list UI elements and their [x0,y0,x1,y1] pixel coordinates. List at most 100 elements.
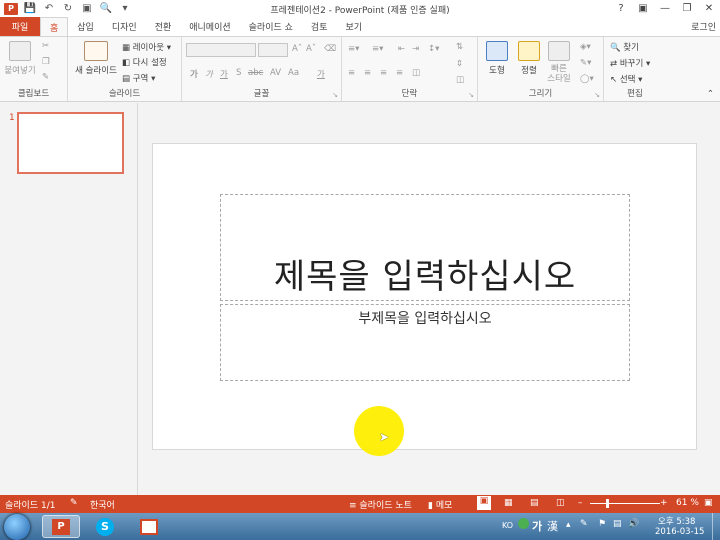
title-placeholder[interactable]: 제목을 입력하십시오 [220,194,630,301]
format-painter-icon[interactable]: ✎ [42,72,49,82]
spellcheck-icon[interactable]: ✎ [70,498,78,508]
line-spacing-icon[interactable]: ↕▾ [428,44,439,54]
show-desktop-button[interactable] [712,513,720,540]
help-button[interactable]: ? [610,0,632,17]
font-color-button[interactable]: 가 [317,68,325,80]
drawing-dialog-launcher-icon[interactable]: ↘ [594,91,600,99]
ime-options-icon[interactable]: ▴ [566,520,571,530]
restore-button[interactable]: ❐ [676,0,698,17]
text-direction-icon[interactable]: ⇅ [456,42,463,52]
clear-format-icon[interactable]: ⌫ [324,44,336,54]
underline-button[interactable]: 가 [220,68,228,80]
new-slide-button[interactable]: 새 슬라이드 [72,41,120,76]
shadow-button[interactable]: S [236,68,241,78]
change-case-button[interactable]: Aa [288,68,299,78]
customize-toolbar-icon[interactable]: ▾ [118,3,132,15]
slideshow-view-icon[interactable]: ◫ [556,498,565,508]
ime-mode[interactable]: 가 [532,518,542,534]
arrange-button[interactable]: 정렬 [514,41,544,76]
justify-icon[interactable]: ≡ [396,68,403,78]
slide-thumbnail[interactable] [17,112,124,174]
tab-review[interactable]: 검토 [302,17,337,36]
smartart-icon[interactable]: ◫ [456,75,464,85]
tab-insert[interactable]: 삽입 [68,17,103,36]
italic-button[interactable]: 가 [205,68,213,80]
section-button[interactable]: ▤ 구역 ▾ [122,72,155,84]
notes-button[interactable]: ≡ 슬라이드 노트 [349,498,412,511]
align-right-icon[interactable]: ≡ [380,68,387,78]
zoom-slider[interactable] [590,503,660,504]
columns-icon[interactable]: ◫ [412,68,420,78]
ribbon-display-options-icon[interactable]: ▣ [632,0,654,17]
clock-date[interactable]: 2016-03-15 [655,527,704,537]
ime-language[interactable]: KO [502,521,513,530]
copy-icon[interactable]: ❐ [42,57,50,67]
shape-effects-icon[interactable]: ◯▾ [580,74,594,84]
align-center-icon[interactable]: ≡ [364,68,371,78]
redo-icon[interactable]: ↻ [61,3,75,15]
tab-transitions[interactable]: 전환 [146,17,181,36]
paragraph-dialog-launcher-icon[interactable]: ↘ [468,91,474,99]
comments-button[interactable]: ▮ 메모 [428,498,452,511]
zoom-out-button[interactable]: – [578,498,583,508]
zoom-in-button[interactable]: + [660,498,668,508]
ime-status-icon[interactable] [518,518,529,529]
tab-animations[interactable]: 애니메이션 [180,17,239,36]
cut-icon[interactable]: ✂ [42,41,49,51]
slide-sorter-icon[interactable]: ▦ [504,498,513,508]
zoom-level[interactable]: 61 % [676,498,699,508]
bullets-icon[interactable]: ≡▾ [348,44,359,54]
taskbar-powerpoint[interactable]: P [42,515,80,538]
close-button[interactable]: ✕ [698,0,720,17]
tab-file[interactable]: 파일 [0,17,40,36]
increase-indent-icon[interactable]: ⇥ [412,44,419,54]
powerpoint-logo-icon[interactable]: P [4,2,18,15]
ime-hanja[interactable]: 漢 [547,518,558,534]
tab-design[interactable]: 디자인 [103,17,146,36]
paste-button[interactable]: 붙여넣기 [3,41,37,76]
volume-icon[interactable]: 🔊 [628,519,639,529]
subtitle-placeholder[interactable]: 부제목을 입력하십시오 [220,304,630,381]
shapes-button[interactable]: 도형 [482,41,512,76]
print-preview-icon[interactable]: 🔍 [99,3,113,15]
font-dialog-launcher-icon[interactable]: ↘ [332,91,338,99]
zoom-slider-thumb[interactable] [606,499,609,508]
reset-button[interactable]: ◧ 다시 설정 [122,56,167,68]
grow-font-icon[interactable]: Aˆ [292,44,302,54]
decrease-indent-icon[interactable]: ⇤ [398,44,405,54]
slide-canvas[interactable]: 제목을 입력하십시오 부제목을 입력하십시오 [152,143,697,450]
shape-fill-icon[interactable]: ◈▾ [580,42,591,52]
select-button[interactable]: ↖ 선택 ▾ [610,73,642,85]
shape-outline-icon[interactable]: ✎▾ [580,58,591,68]
align-text-icon[interactable]: ⇕ [456,59,463,69]
find-button[interactable]: 🔍 찾기 [610,41,639,53]
taskbar-skype[interactable]: S [86,515,124,538]
fit-slide-icon[interactable]: ▣ [704,498,713,508]
quick-styles-button[interactable]: 빠른 스타일 [544,41,574,84]
minimize-button[interactable]: — [654,0,676,17]
char-spacing-button[interactable]: AV [270,68,281,78]
bold-button[interactable]: 가 [190,68,198,80]
shrink-font-icon[interactable]: Aˇ [306,44,316,54]
reading-view-icon[interactable]: ▤ [530,498,539,508]
start-slideshow-icon[interactable]: ▣ [80,3,94,15]
language-indicator[interactable]: 한국어 [90,498,115,511]
pen-icon[interactable]: ✎ [580,519,588,529]
font-size-select[interactable] [258,43,288,57]
tab-home[interactable]: 홈 [40,17,69,36]
normal-view-icon[interactable]: ▣ [477,496,491,510]
layout-button[interactable]: ▦ 레이아웃 ▾ [122,41,171,53]
numbering-icon[interactable]: ≡▾ [372,44,383,54]
align-left-icon[interactable]: ≡ [348,68,355,78]
start-button[interactable] [4,514,30,540]
strikethrough-button[interactable]: abc [248,68,263,78]
account-login-link[interactable]: 로그인 [691,20,716,33]
tab-view[interactable]: 보기 [336,17,371,36]
tab-slideshow[interactable]: 슬라이드 쇼 [240,17,302,36]
collapse-ribbon-icon[interactable]: ⌃ [707,89,714,99]
font-family-select[interactable] [186,43,256,57]
replace-button[interactable]: ⇄ 바꾸기 ▾ [610,57,650,69]
network-icon[interactable]: ▤ [613,519,622,529]
undo-icon[interactable]: ↶ [42,3,56,15]
clock-time[interactable]: 오후 5:38 [658,515,695,527]
